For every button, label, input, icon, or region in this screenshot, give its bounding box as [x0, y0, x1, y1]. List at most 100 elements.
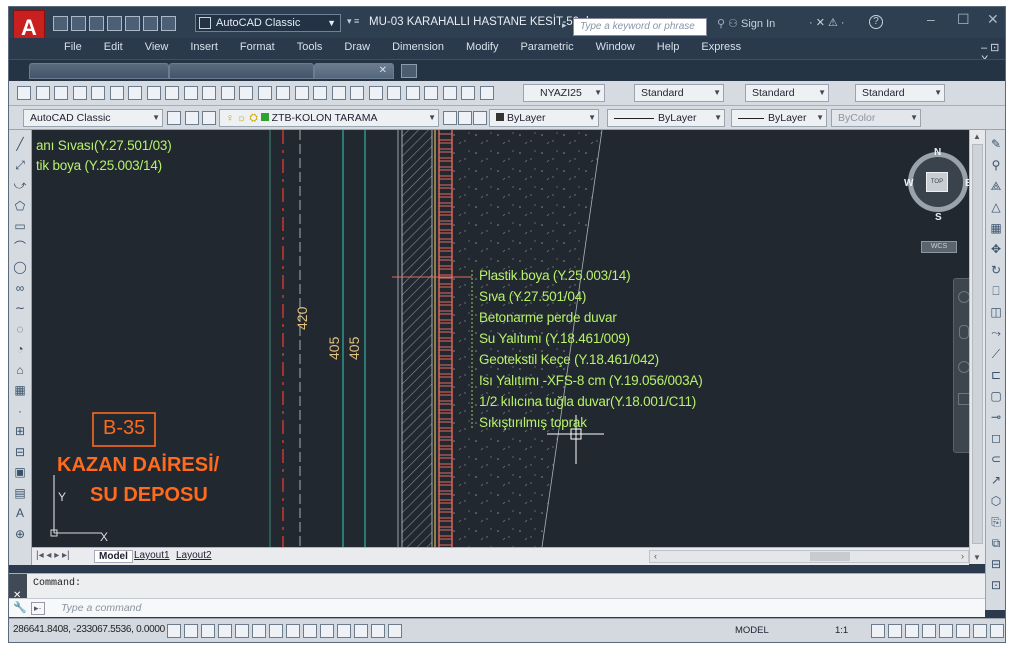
toolbar-tool-icon[interactable]	[128, 86, 142, 100]
modify-tool-icon[interactable]: ⧉	[989, 536, 1003, 550]
menu-draw[interactable]: Draw	[333, 38, 381, 59]
draw-tool-icon[interactable]: ⊞	[13, 424, 27, 438]
wrench-icon[interactable]: 🔧	[13, 601, 27, 614]
modify-tool-icon[interactable]: ✎	[989, 137, 1003, 151]
status-tool-icon[interactable]	[905, 624, 919, 638]
toolbar-tool-icon[interactable]	[146, 86, 161, 100]
draw-tool-icon[interactable]: ⌂	[13, 363, 27, 377]
viewcube-south[interactable]: S	[935, 212, 942, 223]
draw-tool-icon[interactable]: ◯	[13, 260, 27, 274]
search-input[interactable]: Type a keyword or phrase	[573, 18, 707, 36]
status-toggle-icon[interactable]	[337, 624, 351, 638]
modify-tool-icon[interactable]: ↻	[989, 263, 1003, 277]
layer-tool-icon[interactable]	[458, 111, 472, 125]
workspace-tool-icon[interactable]	[167, 111, 181, 125]
modify-tool-icon[interactable]: △	[989, 200, 1003, 214]
menu-insert[interactable]: Insert	[179, 38, 229, 59]
steering-wheel-icon[interactable]	[958, 291, 969, 303]
toolbar-tool-icon[interactable]	[294, 86, 309, 100]
toolbar-tool-icon[interactable]	[350, 86, 364, 100]
toolbar-tool-icon[interactable]	[220, 86, 235, 100]
status-toggle-icon[interactable]	[354, 624, 368, 638]
layer-tool-icon[interactable]	[443, 111, 457, 125]
toolbar-tool-icon[interactable]	[368, 86, 383, 100]
minimize-button[interactable]: –	[927, 11, 935, 27]
command-dropdown-icon[interactable]: ▸·	[31, 602, 45, 615]
modify-tool-icon[interactable]: ⊏	[989, 368, 1003, 382]
menu-edit[interactable]: Edit	[93, 38, 134, 59]
coordinate-readout[interactable]: 286641.8408, -233067.5536, 0.0000	[13, 624, 165, 635]
modify-tool-icon[interactable]: ▢	[989, 389, 1003, 403]
status-tool-icon[interactable]	[871, 624, 885, 638]
layer-dropdown[interactable]: ♀ ☼ ⛭ ZTB-KOLON TARAMA ▼	[219, 109, 439, 127]
status-tool-icon[interactable]	[939, 624, 953, 638]
pan-icon[interactable]	[959, 325, 969, 339]
modify-tool-icon[interactable]: ⊡	[989, 578, 1003, 592]
new-tab-icon[interactable]	[401, 64, 417, 78]
linetype-dropdown[interactable]: ByLayer ▼	[607, 109, 725, 127]
zoom-icon[interactable]	[958, 361, 969, 373]
modify-tool-icon[interactable]: ⟋	[989, 347, 1003, 361]
status-tool-icon[interactable]	[973, 624, 987, 638]
draw-tool-icon[interactable]: ∼	[13, 301, 27, 315]
toolbar-tool-icon[interactable]	[165, 86, 179, 100]
status-toggle-icon[interactable]	[201, 624, 215, 638]
scroll-thumb[interactable]	[972, 144, 983, 544]
menu-file[interactable]: File	[53, 38, 93, 59]
help-button[interactable]: ?	[869, 15, 883, 29]
status-tool-icon[interactable]	[888, 624, 902, 638]
menu-format[interactable]: Format	[229, 38, 286, 59]
draw-tool-icon[interactable]: ▤	[13, 486, 27, 500]
draw-tool-icon[interactable]: ⌒	[13, 240, 27, 254]
layer-tool-icon[interactable]	[473, 111, 487, 125]
color-dropdown[interactable]: ByLayer ▼	[489, 109, 599, 127]
workspace-toolbar-dropdown[interactable]: AutoCAD Classic ▼	[23, 109, 163, 127]
menu-express[interactable]: Express	[690, 38, 752, 59]
menu-parametric[interactable]: Parametric	[509, 38, 584, 59]
status-toggle-icon[interactable]	[303, 624, 317, 638]
layout-nav-icons[interactable]: |◂ ◂ ▸ ▸|	[36, 550, 70, 561]
workspace-tool-icon[interactable]	[185, 111, 199, 125]
status-toggle-icon[interactable]	[371, 624, 385, 638]
sign-in-button[interactable]: ⚲ ⚇ Sign In	[717, 17, 775, 30]
horizontal-scrollbar[interactable]: ‹ ›	[649, 550, 969, 563]
menu-tools[interactable]: Tools	[286, 38, 334, 59]
modify-tool-icon[interactable]: ⚲	[989, 158, 1003, 172]
file-tab[interactable]	[29, 63, 169, 79]
viewcube-north[interactable]: N	[934, 147, 941, 158]
toolbar-tool-icon[interactable]	[91, 86, 105, 100]
workspace-arrow-icon[interactable]: ▾ ≡	[347, 16, 359, 27]
table-style-dropdown[interactable]: Standard ▼	[745, 84, 829, 102]
status-toggle-icon[interactable]	[286, 624, 300, 638]
menu-help[interactable]: Help	[646, 38, 691, 59]
status-tool-icon[interactable]	[990, 624, 1004, 638]
workspace-dropdown[interactable]: AutoCAD Classic ▼	[195, 14, 341, 32]
annotation-scale[interactable]: 1:1	[835, 625, 848, 636]
draw-tool-icon[interactable]: ▣	[13, 465, 27, 479]
hscroll-thumb[interactable]	[810, 552, 850, 561]
toolbar-tool-icon[interactable]	[109, 86, 124, 100]
draw-tool-icon[interactable]: ▭	[13, 219, 27, 233]
menu-view[interactable]: View	[134, 38, 180, 59]
modify-tool-icon[interactable]: ⊟	[989, 557, 1003, 571]
toolbar-tool-icon[interactable]	[276, 86, 290, 100]
tab-model[interactable]: Model	[94, 550, 133, 563]
modify-tool-icon[interactable]: ⎘	[989, 515, 1003, 529]
draw-tool-icon[interactable]: ◌	[13, 322, 27, 336]
toolbar-tool-icon[interactable]	[54, 86, 68, 100]
viewcube-top[interactable]: TOP	[926, 172, 948, 192]
command-input[interactable]: Type a command	[61, 602, 141, 614]
modify-tool-icon[interactable]: ⊸	[989, 410, 1003, 424]
scroll-down-icon[interactable]: ▼	[973, 553, 981, 562]
toolbar-tool-icon[interactable]	[331, 86, 346, 100]
navigation-bar[interactable]	[953, 278, 969, 453]
toolbar-tool-icon[interactable]	[72, 86, 87, 100]
status-toggle-icon[interactable]	[269, 624, 283, 638]
scroll-right-icon[interactable]: ›	[961, 551, 964, 561]
save-icon[interactable]	[89, 15, 104, 31]
status-toggle-icon[interactable]	[218, 624, 232, 638]
text-style-dropdown[interactable]: NYAZI25 ▼	[523, 84, 605, 102]
toolbar-tool-icon[interactable]	[479, 86, 494, 100]
open-icon[interactable]	[71, 15, 86, 31]
toolbar-tool-icon[interactable]	[461, 86, 475, 100]
